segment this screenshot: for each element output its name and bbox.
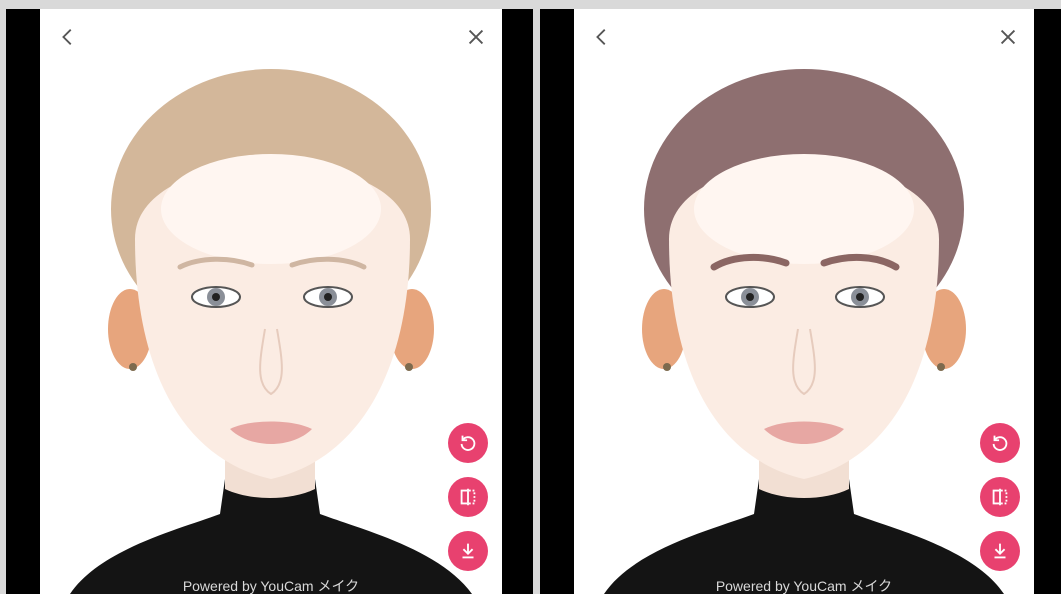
compare-icon (460, 488, 476, 506)
close-icon (468, 29, 484, 45)
chevron-left-icon (596, 29, 606, 45)
reset-icon (460, 435, 476, 451)
download-button[interactable] (448, 531, 488, 571)
close-button[interactable] (462, 23, 490, 51)
reset-button[interactable] (448, 423, 488, 463)
download-icon (462, 543, 474, 559)
before-photo: Powered by YouCam メイク (40, 9, 502, 594)
back-button[interactable] (54, 23, 82, 51)
after-panel: Powered by YouCam メイク (540, 9, 1061, 594)
back-button[interactable] (588, 23, 616, 51)
portrait-image (604, 69, 1004, 594)
before-panel: Powered by YouCam メイク (6, 9, 533, 594)
compare-button[interactable] (980, 477, 1020, 517)
powered-by-watermark: Powered by YouCam メイク (182, 578, 360, 594)
download-icon (994, 543, 1006, 559)
download-button[interactable] (980, 531, 1020, 571)
powered-by-watermark: Powered by YouCam メイク (715, 578, 893, 594)
compare-button[interactable] (448, 477, 488, 517)
chevron-left-icon (62, 29, 72, 45)
portrait-image (70, 69, 472, 594)
after-photo: Powered by YouCam メイク (574, 9, 1034, 594)
close-button[interactable] (994, 23, 1022, 51)
close-icon (1000, 29, 1016, 45)
comparison-stage: Powered by YouCam メイク Powered by YouCam … (0, 0, 1061, 594)
reset-button[interactable] (980, 423, 1020, 463)
reset-icon (992, 435, 1008, 451)
compare-icon (992, 488, 1008, 506)
